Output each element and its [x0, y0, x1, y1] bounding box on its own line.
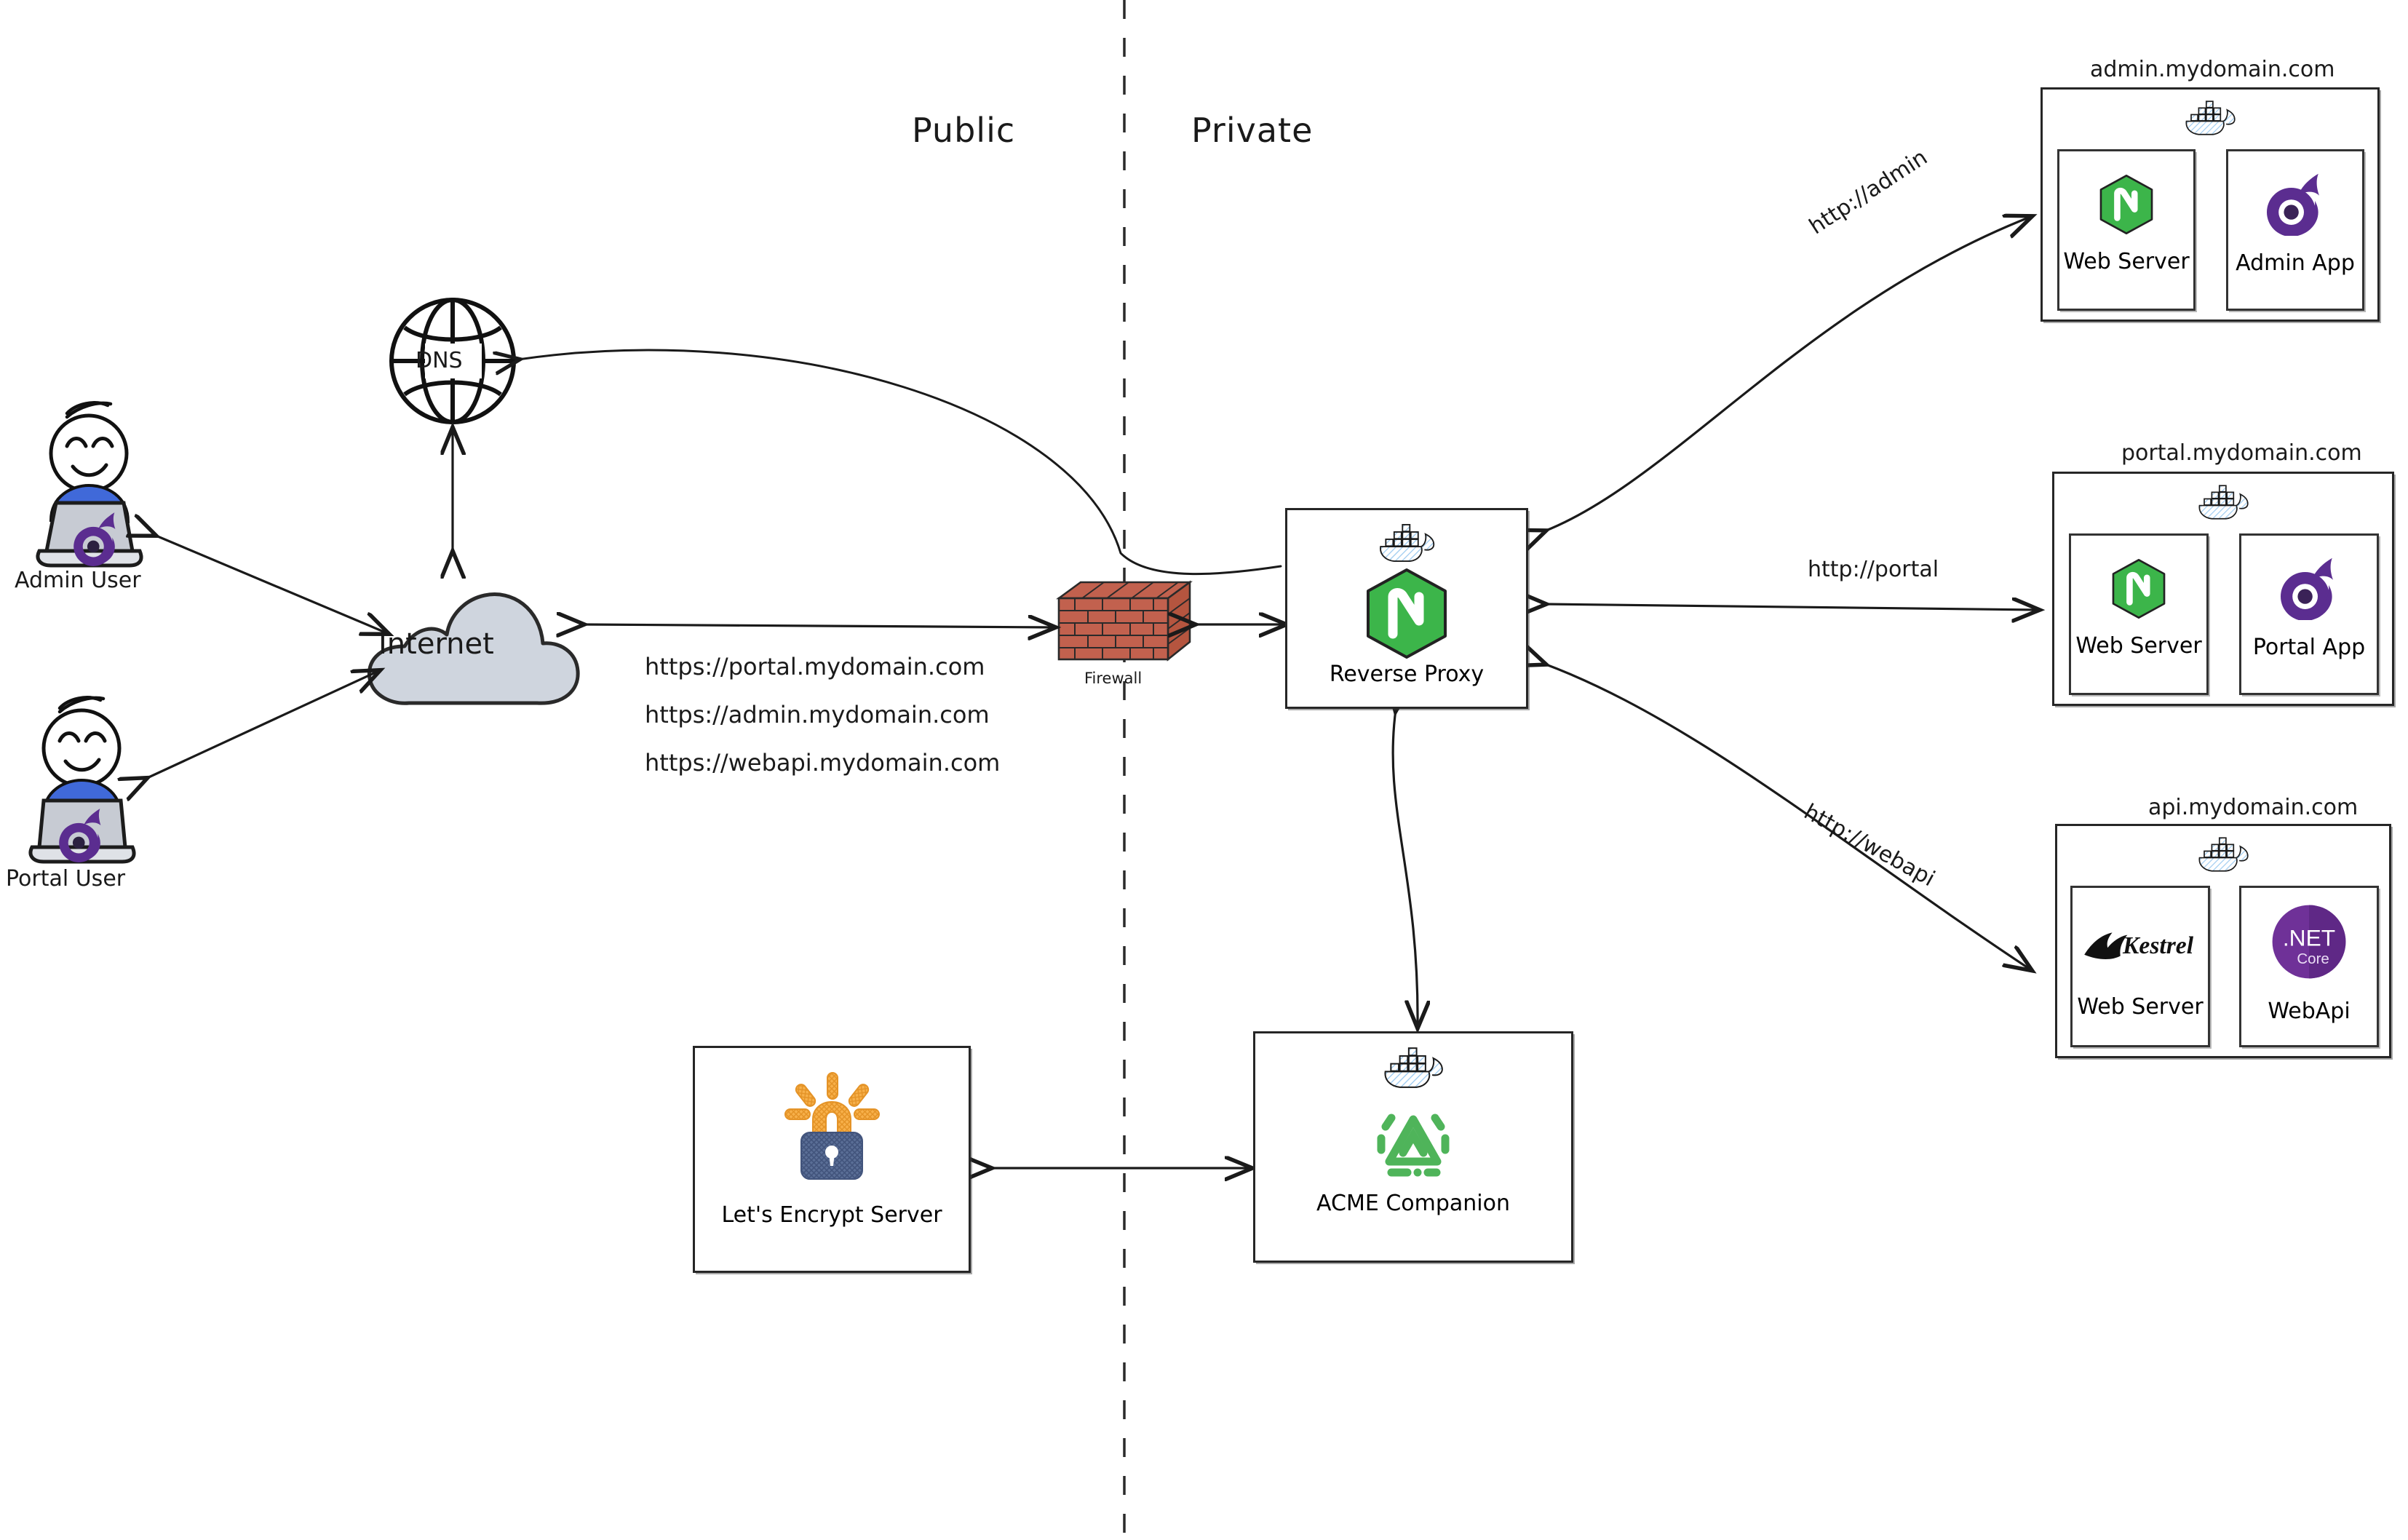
edge-dns-proxy	[518, 349, 1282, 576]
portal-user-label: Portal User	[6, 866, 126, 892]
dotnet-primary-text: .NET	[2283, 925, 2335, 951]
admin-user-label: Admin User	[15, 568, 141, 593]
portal-web-server-label: Web Server	[2075, 633, 2202, 659]
blazor-icon	[2267, 173, 2319, 236]
zone-label-private: Private	[1191, 111, 1314, 150]
portal-web-server-component[interactable]: Web Server	[2069, 533, 2209, 695]
nginx-icon	[1367, 568, 1447, 659]
dns-label: DNS	[416, 348, 463, 373]
api-web-server-component[interactable]: Kestrel Web Server	[2070, 886, 2210, 1047]
public-url-admin: https://admin.mydomain.com	[645, 701, 990, 729]
admin-app-label: Admin App	[2236, 250, 2355, 276]
nginx-icon	[2112, 559, 2166, 619]
edge-proxy-api	[1544, 664, 2030, 969]
zone-label-public: Public	[912, 111, 1016, 150]
public-url-webapi: https://webapi.mydomain.com	[645, 749, 1001, 777]
dotnet-secondary-text: Core	[2297, 950, 2329, 967]
kestrel-wordmark: Kestrel	[2122, 932, 2194, 959]
kestrel-icon: Kestrel	[2084, 932, 2194, 959]
edge-label-http-portal: http://portal	[1808, 557, 1939, 582]
portal-service-domain: portal.mydomain.com	[2121, 440, 2362, 466]
api-service-domain: api.mydomain.com	[2148, 795, 2359, 820]
blazor-icon	[2281, 557, 2333, 620]
dotnet-core-icon: .NET Core	[2272, 905, 2346, 979]
edge-internet-firewall	[582, 624, 1054, 627]
api-webapi-component[interactable]: .NET Core WebApi	[2239, 886, 2379, 1047]
edge-admin-user-internet	[154, 535, 387, 633]
edge-proxy-admin	[1544, 217, 2030, 531]
docker-whale-icon	[2198, 837, 2249, 872]
acme-companion-node[interactable]: ACME Companion	[1253, 1031, 1573, 1263]
internet-label: Internet	[378, 627, 494, 661]
acme-triangle-icon	[1377, 1114, 1450, 1177]
reverse-proxy-node[interactable]: Reverse Proxy	[1285, 508, 1528, 709]
portal-app-component[interactable]: Portal App	[2239, 533, 2379, 695]
firewall-label: Firewall	[1084, 670, 1143, 687]
admin-web-server-component[interactable]: Web Server	[2057, 149, 2196, 311]
public-url-portal: https://portal.mydomain.com	[645, 653, 985, 680]
api-service-node[interactable]: Kestrel Web Server .NET Core WebApi	[2055, 824, 2391, 1058]
portal-app-label: Portal App	[2252, 635, 2366, 660]
reverse-proxy-label: Reverse Proxy	[1329, 662, 1485, 687]
api-web-server-label: Web Server	[2077, 994, 2204, 1020]
diagram-canvas: Public Private DNS Internet Firewall Adm…	[0, 0, 2408, 1540]
edge-proxy-acme	[1393, 710, 1418, 1026]
docker-whale-icon	[1384, 1047, 1443, 1088]
edge-proxy-portal	[1544, 604, 2038, 610]
edge-portal-user-internet	[146, 671, 378, 779]
portal-user-figure	[28, 696, 136, 864]
brick-wall-icon	[1056, 580, 1193, 662]
docker-whale-icon	[2198, 485, 2249, 520]
acme-companion-label: ACME Companion	[1316, 1191, 1510, 1216]
letsencrypt-node[interactable]: Let's Encrypt Server	[693, 1046, 971, 1273]
docker-whale-icon	[2185, 100, 2236, 135]
api-webapi-label: WebApi	[2268, 999, 2351, 1024]
admin-service-domain: admin.mydomain.com	[2090, 57, 2335, 82]
letsencrypt-label: Let's Encrypt Server	[721, 1202, 942, 1228]
admin-user-figure	[36, 401, 143, 568]
letsencrypt-lock-icon	[784, 1072, 880, 1180]
admin-app-component[interactable]: Admin App	[2226, 149, 2364, 311]
docker-whale-icon	[1380, 523, 1435, 563]
admin-web-server-label: Web Server	[2063, 249, 2190, 274]
admin-service-node[interactable]: Web Server Admin App	[2041, 87, 2380, 322]
nginx-icon	[2099, 175, 2153, 234]
portal-service-node[interactable]: Web Server Portal App	[2052, 472, 2394, 706]
